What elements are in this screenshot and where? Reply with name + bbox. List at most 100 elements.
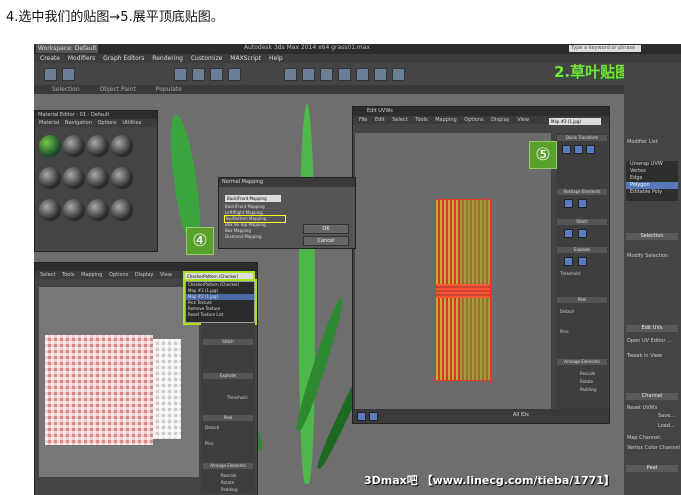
select-icon[interactable] (174, 68, 187, 81)
menu-display[interactable]: Display (491, 117, 509, 123)
scale-uv-icon[interactable] (369, 412, 378, 421)
workspace-select[interactable]: Workspace: Default (36, 44, 98, 53)
stitch-icon[interactable] (578, 229, 587, 238)
menu-customize[interactable]: Customize (191, 55, 223, 62)
align-icon[interactable] (562, 145, 571, 154)
cancel-button[interactable]: Cancel (303, 236, 349, 246)
menu-options[interactable]: Options (109, 272, 128, 278)
straighten-icon[interactable] (564, 199, 573, 208)
ok-button[interactable]: OK (303, 224, 349, 234)
material-slot[interactable] (87, 135, 109, 157)
stack-item-selected[interactable]: Polygon (626, 182, 678, 189)
angle-snap-icon[interactable] (302, 68, 315, 81)
detach-checkbox[interactable]: Detach (560, 309, 574, 314)
rollout-explode[interactable]: Explode (557, 247, 607, 253)
material-slot[interactable] (111, 135, 133, 157)
rescale-checkbox[interactable]: Rescale (221, 473, 236, 478)
search-input[interactable]: Type a keyword or phrase (569, 45, 641, 52)
relax-icon[interactable] (578, 199, 587, 208)
menu-graph-editors[interactable]: Graph Editors (103, 55, 144, 62)
uv-shell[interactable] (435, 199, 491, 381)
rescale-checkbox[interactable]: Rescale (580, 371, 595, 376)
rotate-checkbox[interactable]: Rotate (580, 379, 593, 384)
padding-field[interactable]: Padding: (221, 487, 238, 492)
tweak-in-view-button[interactable]: Tweak In View (627, 353, 662, 359)
rollout-peel[interactable]: Peel (203, 415, 253, 421)
mapping-type-dropdown[interactable]: Back/Front Mapping (225, 195, 281, 202)
rollout-stitch[interactable]: Stitch (203, 339, 253, 345)
stack-item[interactable]: Vertex (626, 168, 678, 175)
menu-file[interactable]: File (359, 117, 367, 123)
material-slot[interactable] (111, 167, 133, 189)
align-icon[interactable] (586, 145, 595, 154)
render-icon[interactable] (392, 68, 405, 81)
uv-editor-canvas[interactable] (355, 133, 551, 409)
redo-icon[interactable] (62, 68, 75, 81)
save-button[interactable]: Save... (658, 413, 675, 419)
menu-mapping[interactable]: Mapping (435, 117, 456, 123)
material-slot[interactable] (63, 135, 85, 157)
weld-icon[interactable] (578, 257, 587, 266)
rollout-arrange-elements[interactable]: Arrange Elements (557, 359, 607, 365)
rollout-peel[interactable]: Peel (626, 465, 678, 472)
rollout-arrange-elements[interactable]: Arrange Elements (203, 463, 253, 469)
vertex-color-channel-radio[interactable]: Vertex Color Channel (627, 445, 680, 451)
move-icon[interactable] (192, 68, 205, 81)
menu-options[interactable]: Options (464, 117, 483, 123)
material-slot-selected[interactable] (39, 135, 61, 157)
tab-populate[interactable]: Populate (156, 86, 182, 93)
rotate-icon[interactable] (210, 68, 223, 81)
align-icon[interactable] (338, 68, 351, 81)
menu-utilities[interactable]: Utilities (122, 120, 141, 126)
reset-uvws-button[interactable]: Reset UVWs (627, 405, 657, 411)
menu-edit[interactable]: Edit (375, 117, 385, 123)
undo-icon[interactable] (44, 68, 57, 81)
rollout-reshape-elements[interactable]: Reshape Elements (557, 189, 607, 195)
menu-navigation[interactable]: Navigation (65, 120, 92, 126)
snap-icon[interactable] (284, 68, 297, 81)
texture-dropdown[interactable]: CheckerPattern (Checker) (183, 271, 255, 282)
rotate-checkbox[interactable]: Rotate (221, 480, 234, 485)
menu-view[interactable]: View (517, 117, 529, 123)
menu-tools[interactable]: Tools (415, 117, 427, 123)
menu-modifiers[interactable]: Modifiers (68, 55, 95, 62)
material-slot[interactable] (63, 167, 85, 189)
scale-icon[interactable] (228, 68, 241, 81)
menu-maxscript[interactable]: MAXScript (230, 55, 261, 62)
material-slot[interactable] (63, 199, 85, 221)
stack-item[interactable]: Unwrap UVW (626, 161, 678, 168)
break-icon[interactable] (564, 257, 573, 266)
align-icon[interactable] (574, 145, 583, 154)
material-slot[interactable] (39, 199, 61, 221)
render-setup-icon[interactable] (374, 68, 387, 81)
menu-options[interactable]: Options (97, 120, 116, 126)
id-filter[interactable]: All IDs (513, 412, 529, 418)
rollout-quick-transform[interactable]: Quick Transform (557, 135, 607, 141)
stack-item[interactable]: Editable Poly (626, 189, 678, 196)
menu-select[interactable]: Select (392, 117, 407, 123)
rotate-uv-icon[interactable] (357, 412, 366, 421)
menu-help[interactable]: Help (269, 55, 283, 62)
texture-item[interactable]: Reset Texture List (186, 312, 254, 318)
mirror-icon[interactable] (320, 68, 333, 81)
menu-tools[interactable]: Tools (62, 272, 74, 278)
menu-view[interactable]: View (160, 272, 172, 278)
material-slot[interactable] (87, 199, 109, 221)
detach-checkbox[interactable]: Detach (205, 425, 219, 430)
mapping-option[interactable]: Diamond Mapping (225, 234, 285, 240)
menu-create[interactable]: Create (40, 55, 60, 62)
padding-field[interactable]: Padding: (580, 387, 597, 392)
menu-mapping[interactable]: Mapping (81, 272, 102, 278)
rollout-peel[interactable]: Peel (557, 297, 607, 303)
menu-select[interactable]: Select (40, 272, 55, 278)
rollout-selection[interactable]: Selection (626, 233, 678, 240)
open-uv-editor-button[interactable]: Open UV Editor ... (627, 338, 672, 344)
uv-small-canvas[interactable] (39, 287, 199, 477)
stitch-icon[interactable] (564, 229, 573, 238)
rollout-explode[interactable]: Explode (203, 373, 253, 379)
tab-selection[interactable]: Selection (52, 86, 80, 93)
material-editor-icon[interactable] (356, 68, 369, 81)
stack-item[interactable]: Edge (626, 175, 678, 182)
tab-object-paint[interactable]: Object Paint (100, 86, 136, 93)
menu-display[interactable]: Display (135, 272, 153, 278)
